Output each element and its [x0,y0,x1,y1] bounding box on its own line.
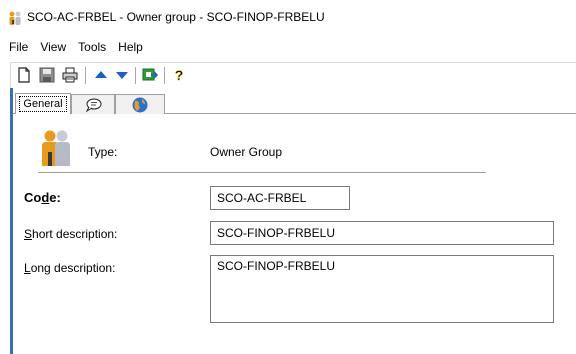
menu-tools[interactable]: Tools [76,38,108,56]
previous-icon[interactable] [92,66,110,84]
menu-bar: File View Tools Help [0,36,576,58]
type-value: Owner Group [210,145,283,159]
tab-strip: General [13,92,576,114]
tab-general[interactable]: General [15,93,71,114]
code-label: Code: [24,190,61,205]
tab-globe[interactable] [115,94,165,114]
save-icon[interactable] [38,66,56,84]
window-title: SCO-AC-FRBEL - Owner group - SCO-FINOP-F… [27,10,325,24]
long-description-label: Long description: [24,261,116,275]
divider [38,172,486,173]
svg-text:?: ? [175,67,184,83]
long-description-field[interactable]: SCO-FINOP-FRBELU [210,255,554,323]
menu-help[interactable]: Help [116,38,145,56]
tab-notes[interactable] [71,94,115,114]
short-description-label: Short description: [24,227,118,241]
globe-icon [132,97,148,112]
new-icon[interactable] [15,66,33,84]
help-icon[interactable]: ? [170,66,188,84]
title-bar: SCO-AC-FRBEL - Owner group - SCO-FINOP-F… [0,0,576,34]
code-field[interactable] [210,186,350,210]
type-label: Type: [88,145,118,159]
menu-file[interactable]: File [7,38,30,56]
toolbar: ? [10,62,576,88]
notes-icon [85,98,102,112]
left-edge-border [10,88,13,354]
owner-group-icon [9,11,21,25]
menu-view[interactable]: View [38,38,68,56]
toolbar-separator [164,67,165,84]
refresh-icon[interactable] [141,66,159,84]
toolbar-separator [85,67,86,84]
toolbar-separator [135,67,136,84]
owner-group-icon [42,130,70,166]
tab-general-label: General [19,96,67,112]
print-icon[interactable] [61,66,79,84]
next-icon[interactable] [113,66,131,84]
short-description-field[interactable] [210,221,554,245]
